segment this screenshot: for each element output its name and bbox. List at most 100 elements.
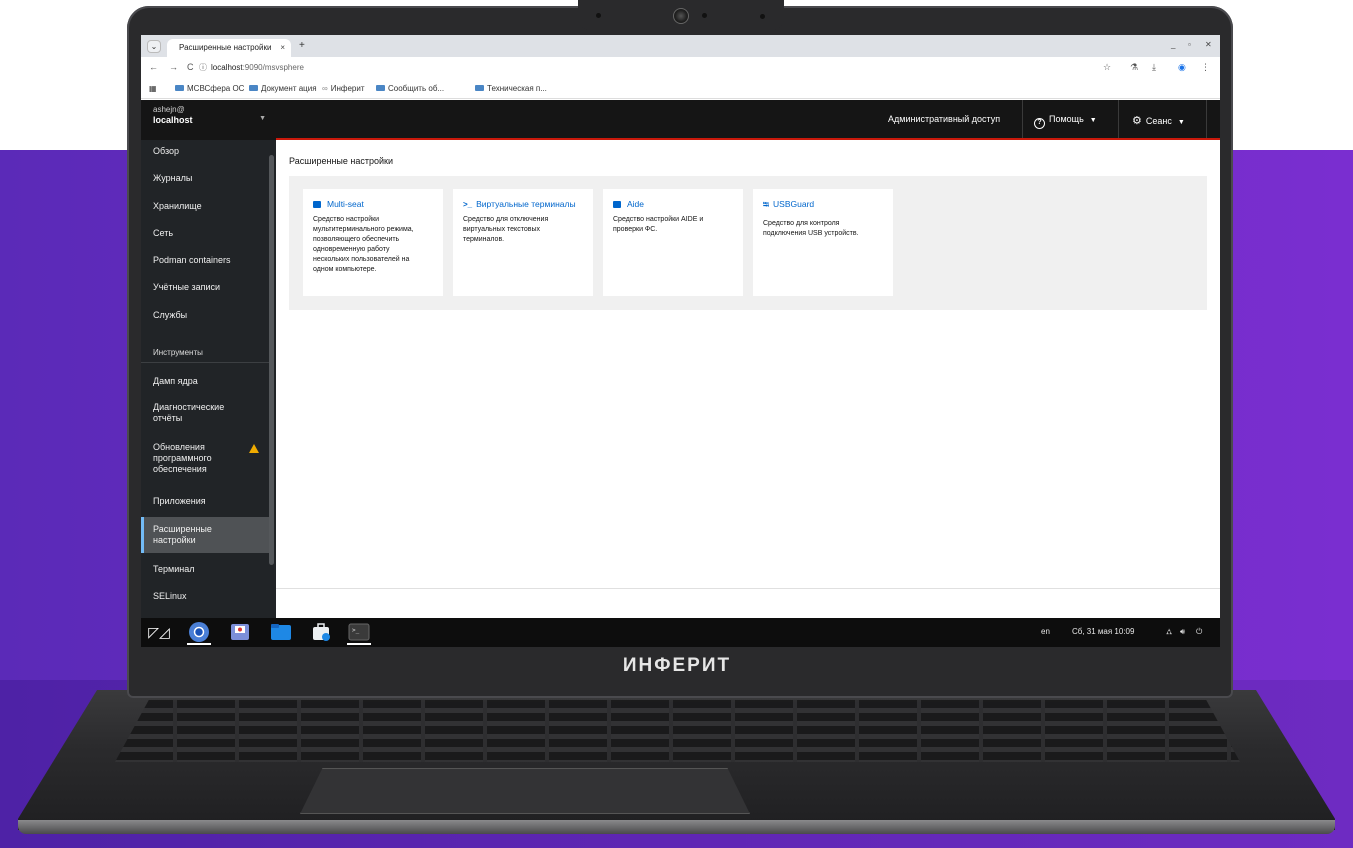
admin-access-button[interactable]: Административный доступ (888, 114, 1000, 124)
minimize-icon[interactable]: _ (1171, 40, 1175, 49)
folder-icon (475, 85, 484, 91)
bookmark-item[interactable]: Сообщить об... (376, 84, 444, 93)
card-title[interactable]: Multi-seat (313, 199, 433, 209)
laptop-base-edge (18, 820, 1335, 834)
mail-client-icon[interactable] (228, 621, 252, 643)
profile-icon[interactable]: ◉ (1178, 62, 1186, 73)
topbar-divider (1118, 100, 1119, 138)
terminal-icon: >_ (463, 200, 473, 209)
svg-text:>_: >_ (352, 627, 360, 634)
bookmark-star-icon[interactable]: ☆ (1103, 62, 1111, 73)
sidebar-item-accounts[interactable]: Учётные записи (141, 282, 269, 293)
camera-sensor-dot (596, 13, 601, 18)
card-title[interactable]: >_ Виртуальные терминалы (463, 199, 583, 209)
sidebar-item-overview[interactable]: Обзор (141, 146, 269, 157)
new-tab-button[interactable]: + (299, 40, 305, 51)
window-icon (313, 201, 321, 208)
laptop-touchpad (300, 768, 750, 814)
forward-icon[interactable]: → (169, 62, 178, 72)
keyboard-layout-indicator[interactable]: en (1041, 627, 1050, 636)
active-indicator (187, 643, 211, 645)
maximize-icon[interactable]: ▫ (1188, 40, 1191, 49)
file-manager-icon[interactable] (269, 621, 293, 643)
laptop-brand-logo: ИНФЕРИТ (622, 655, 732, 676)
browser-tab[interactable]: Расширенные настройки × (167, 39, 291, 57)
card-title[interactable]: Aide (613, 199, 733, 209)
bookmark-item[interactable]: ∞ Инферит (322, 84, 364, 93)
bookmark-item[interactable]: Документ ация (249, 84, 317, 93)
active-indicator (347, 643, 371, 645)
camera-sensor-dot (702, 13, 707, 18)
browser-menu-icon[interactable]: ⋮ (1201, 62, 1210, 73)
app-store-icon[interactable] (309, 621, 333, 643)
sidebar-section-tools: Инструменты (141, 348, 269, 363)
cockpit-app: ashejn@ localhost ▼ Обзор Журналы Хранил… (141, 100, 1220, 618)
laptop-keyboard (115, 700, 1240, 762)
volume-icon[interactable]: 🔊︎ (1180, 627, 1185, 637)
site-info-icon[interactable]: ⓘ (199, 62, 207, 73)
back-icon[interactable]: ← (149, 62, 158, 72)
start-menu-icon[interactable]: ◸◿ (147, 621, 171, 643)
folder-icon (376, 85, 385, 91)
tab-close-icon[interactable]: × (280, 43, 285, 52)
card-title[interactable]: ⭾ USBGuard (763, 199, 883, 213)
labs-icon[interactable]: ⚗ (1130, 62, 1138, 73)
url-field[interactable]: localhost:9090/msvsphere (211, 63, 304, 72)
card-virtual-terminals[interactable]: >_ Виртуальные терминалы Средство для отк… (453, 189, 593, 296)
sidebar-item-advanced-settings[interactable]: Расширенные настройки (141, 517, 269, 553)
chevron-down-icon: ▼ (259, 115, 266, 122)
gear-icon: ⚙ (1132, 115, 1142, 127)
link-icon: ∞ (322, 84, 328, 93)
card-description: Средство настройки AIDE и проверки ФС. (613, 216, 704, 233)
tab-search-button[interactable]: ⌄ (147, 40, 161, 53)
sidebar: ashejn@ localhost ▼ Обзор Журналы Хранил… (141, 100, 276, 618)
card-usbguard[interactable]: ⭾ USBGuard Средство для контроля подключе… (753, 189, 893, 296)
chromium-icon[interactable] (187, 621, 211, 645)
download-icon[interactable]: ⤓ (1152, 62, 1156, 73)
reload-icon[interactable]: C (187, 62, 194, 72)
clock[interactable]: Сб, 31 мая 10:09 (1072, 627, 1134, 636)
card-multi-seat[interactable]: Multi-seat Средство настройки мультитерм… (303, 189, 443, 296)
window-icon (613, 201, 621, 208)
help-icon: ? (1034, 118, 1045, 129)
topbar-divider (1206, 100, 1207, 138)
browser-tab-bar: ⌄ Расширенные настройки × + _ ▫ ✕ (141, 35, 1220, 57)
help-menu-button[interactable]: ? Помощь ▼ (1034, 114, 1097, 129)
host-switcher[interactable]: ashejn@ localhost ▼ (141, 100, 276, 140)
close-window-icon[interactable]: ✕ (1205, 40, 1212, 49)
sidebar-item-software-updates[interactable]: Обновления программного обеспечения (141, 442, 269, 475)
sidebar-item-services[interactable]: Службы (141, 310, 269, 321)
sidebar-item-applications[interactable]: Приложения (141, 496, 269, 507)
session-menu-button[interactable]: ⚙ Сеанс ▼ (1132, 114, 1185, 127)
folder-icon (249, 85, 258, 91)
page-title: Расширенные настройки (289, 156, 393, 166)
bookmarks-bar: ▦ МСВСфера ОС Документ ация ∞ Инферит Соо… (141, 79, 1220, 99)
sidebar-item-kdump[interactable]: Дамп ядра (141, 376, 269, 387)
sidebar-item-podman[interactable]: Podman containers (141, 255, 269, 266)
terminal-app-icon[interactable]: >_ (347, 621, 371, 645)
browser-address-bar: ← → C ⓘ localhost:9090/msvsphere ☆ ⚗ ⤓ ◉… (141, 57, 1220, 79)
card-description: Средство настройки мультитерминального р… (313, 216, 414, 273)
sidebar-item-diagnostic-reports[interactable]: Диагностические отчёты (141, 402, 269, 424)
sidebar-scrollbar[interactable] (269, 155, 274, 565)
sidebar-item-terminal[interactable]: Терминал (141, 564, 269, 575)
main-footer-divider (276, 588, 1220, 589)
sidebar-item-logs[interactable]: Журналы (141, 173, 269, 184)
camera-lens (673, 8, 689, 24)
host-name: localhost (153, 115, 193, 125)
camera-sensor-dot (760, 14, 765, 19)
sidebar-item-network[interactable]: Сеть (141, 228, 269, 239)
folder-icon (175, 85, 184, 91)
sidebar-item-storage[interactable]: Хранилище (141, 201, 269, 212)
bookmark-item[interactable]: МСВСфера ОС (175, 84, 244, 93)
host-user: ashejn@ (153, 105, 185, 114)
power-icon[interactable]: ⏻ (1196, 627, 1202, 637)
apps-grid-icon[interactable]: ▦ (149, 84, 157, 93)
card-description: Средство для отключения виртуальных текс… (463, 216, 549, 243)
sidebar-item-selinux[interactable]: SELinux (141, 591, 269, 602)
card-aide[interactable]: Aide Средство настройки AIDE и проверки … (603, 189, 743, 296)
usb-icon: ⭾ (763, 200, 770, 209)
network-icon[interactable]: ⛼ (1166, 627, 1172, 637)
bookmark-item[interactable]: Техническая п... (475, 84, 547, 93)
chevron-down-icon: ▼ (1177, 119, 1185, 126)
